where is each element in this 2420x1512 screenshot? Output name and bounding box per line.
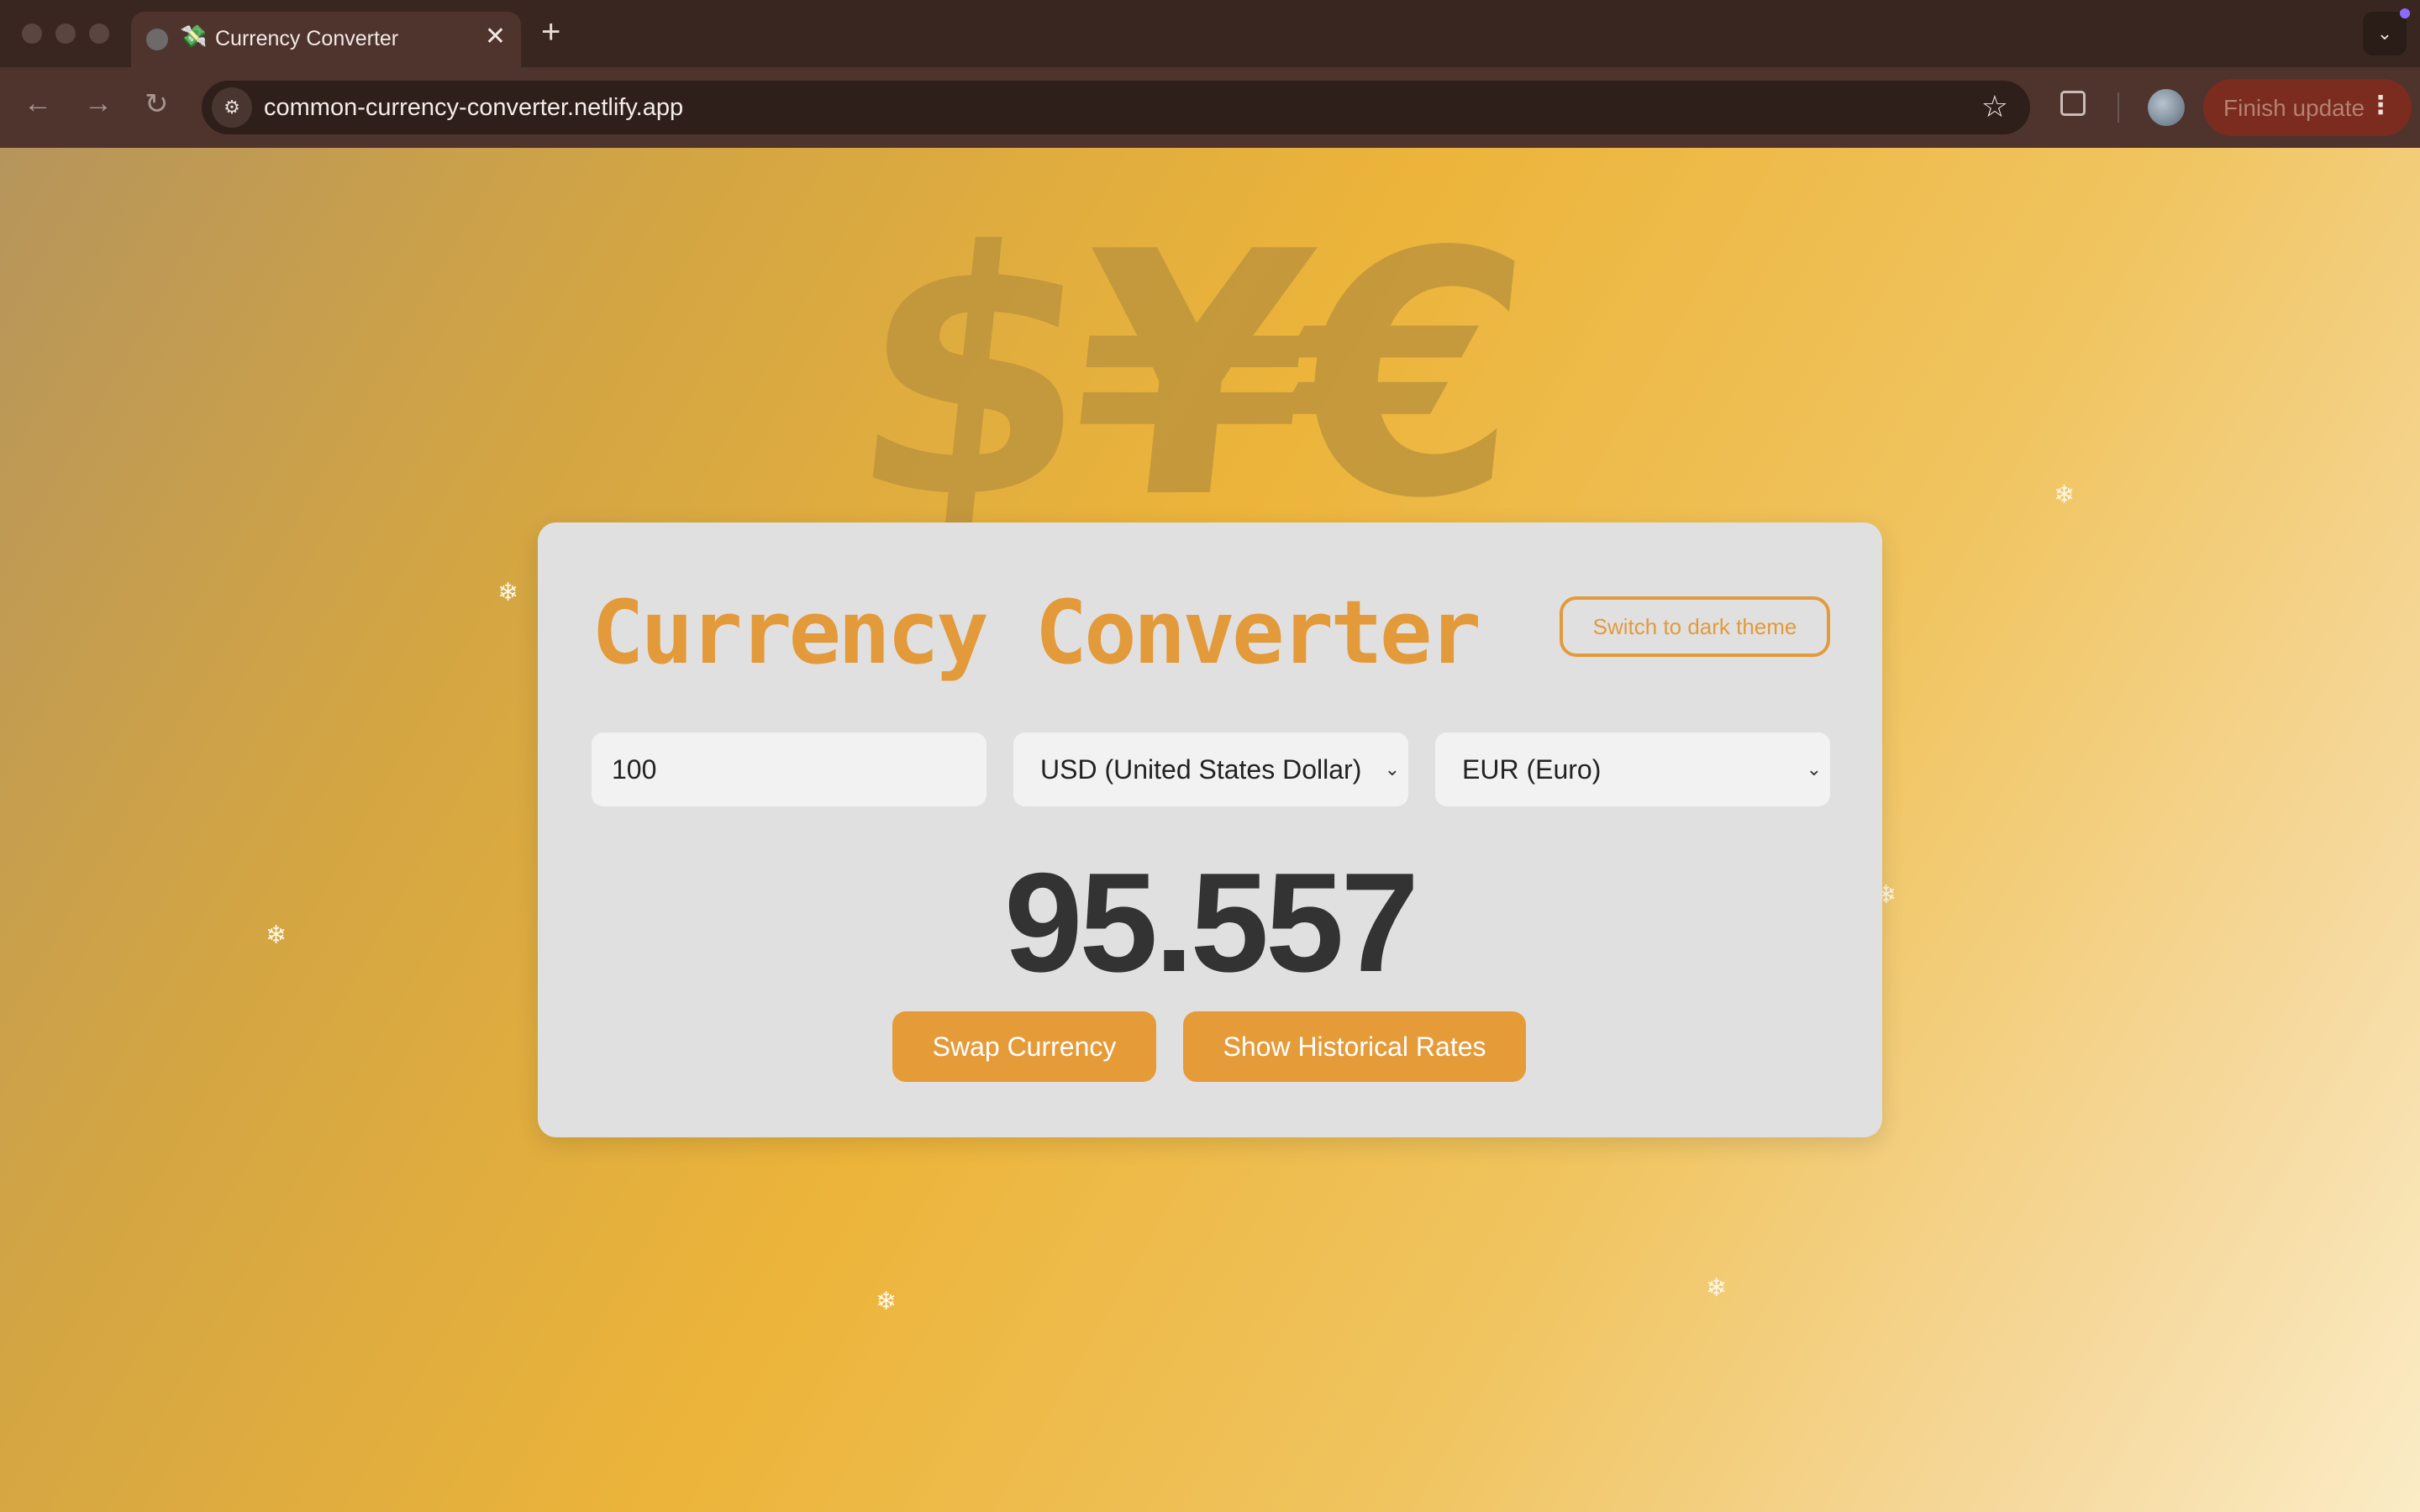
converter-card: Currency Converter Switch to dark theme …	[538, 522, 1882, 1137]
sparkle-icon: ❄	[497, 579, 519, 606]
page-title: Currency Converter	[592, 581, 1481, 684]
amount-input[interactable]: 100	[592, 732, 986, 806]
toolbar-divider	[2118, 92, 2119, 123]
forward-icon[interactable]: →	[84, 87, 113, 120]
tab-title: Currency Converter	[215, 27, 399, 50]
conversion-result: 95.557	[1004, 843, 1419, 1001]
maximize-window-button[interactable]	[89, 24, 109, 44]
chevron-down-icon: ⌄	[1384, 759, 1400, 780]
more-menu-icon[interactable]: ⋮	[2368, 91, 2393, 120]
notification-dot	[2400, 8, 2410, 18]
new-tab-button[interactable]: +	[541, 13, 560, 51]
browser-tabbar: 💸 Currency Converter ✕ + ⌄	[0, 0, 2420, 67]
browser-tab[interactable]: 💸 Currency Converter ✕	[131, 12, 521, 67]
sparkle-icon: ❄	[266, 921, 287, 949]
theme-toggle-button[interactable]: Switch to dark theme	[1560, 596, 1830, 657]
minimize-window-button[interactable]	[55, 24, 76, 44]
back-icon[interactable]: ←	[24, 87, 52, 120]
sparkle-icon: ❄	[876, 1288, 897, 1315]
currency-symbols-decoration: $¥€£	[795, 181, 1529, 963]
sparkle-icon: ❄	[1706, 1274, 1728, 1302]
from-currency-value: USD (United States Dollar)	[1040, 754, 1362, 785]
close-window-button[interactable]	[22, 24, 42, 44]
swap-currency-button[interactable]: Swap Currency	[892, 1011, 1156, 1082]
tab-search-button[interactable]: ⌄	[2363, 12, 2407, 55]
close-tab-icon[interactable]: ✕	[485, 22, 506, 51]
extensions-icon[interactable]	[2060, 91, 2086, 116]
historical-rates-button[interactable]: Show Historical Rates	[1183, 1011, 1526, 1082]
address-bar[interactable]: ⚙ common-currency-converter.netlify.app …	[202, 81, 2030, 134]
to-currency-value: EUR (Euro)	[1462, 754, 1602, 785]
from-currency-select[interactable]: USD (United States Dollar) ⌄	[1013, 732, 1408, 806]
bookmark-star-icon[interactable]: ☆	[1981, 89, 2008, 124]
finish-update-label: Finish update	[2223, 95, 2365, 121]
site-info-icon[interactable]: ⚙	[212, 87, 252, 128]
profile-avatar[interactable]	[2148, 89, 2185, 126]
money-icon: 💸	[180, 24, 208, 49]
chevron-down-icon: ⌄	[2376, 23, 2393, 44]
to-currency-select[interactable]: EUR (Euro) ⌄	[1435, 732, 1830, 806]
globe-icon	[146, 29, 168, 50]
reload-icon[interactable]: ↻	[145, 87, 169, 121]
url-text[interactable]: common-currency-converter.netlify.app	[264, 94, 683, 122]
finish-update-button[interactable]: Finish update ⋮	[2203, 79, 2412, 136]
page-background: $¥€£ ❄ ❄ ❄ ❄ ❄ ❄ Currency Converter Swit…	[0, 148, 2420, 1512]
sparkle-icon: ❄	[2054, 481, 2075, 509]
chevron-down-icon: ⌄	[1806, 759, 1822, 780]
browser-toolbar: ← → ↻ ⚙ common-currency-converter.netlif…	[0, 67, 2420, 148]
